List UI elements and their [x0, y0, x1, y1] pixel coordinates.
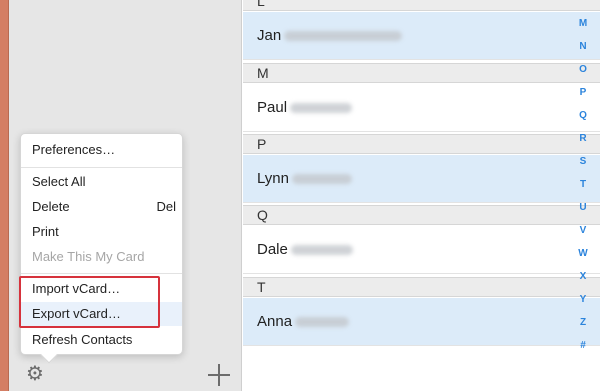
- section-header-m: M: [243, 63, 600, 83]
- section-header-t: T: [243, 277, 600, 297]
- alphabet-index: M N O P Q R S T U V W X Y Z #: [576, 12, 590, 357]
- plus-icon[interactable]: [207, 363, 231, 387]
- index-letter[interactable]: X: [576, 265, 590, 288]
- menu-item-print[interactable]: Print: [21, 220, 182, 244]
- menu-item-select-all[interactable]: Select All: [21, 170, 182, 194]
- menu-item-preferences[interactable]: Preferences…: [21, 138, 182, 162]
- menu-item-import-vcard[interactable]: Import vCard…: [21, 277, 182, 301]
- contact-row[interactable]: Anna: [243, 298, 600, 346]
- book-edge: [0, 0, 9, 391]
- menu-separator: [21, 167, 182, 168]
- contact-row[interactable]: Paul: [243, 84, 600, 132]
- section-header-p: P: [243, 134, 600, 154]
- index-letter[interactable]: Y: [576, 288, 590, 311]
- index-letter[interactable]: P: [576, 81, 590, 104]
- contact-row[interactable]: Lynn: [243, 155, 600, 203]
- redacted-surname: [290, 245, 353, 256]
- gear-icon[interactable]: ⚙: [23, 361, 47, 385]
- contact-name: Jan: [257, 27, 282, 44]
- contact-name: Lynn: [257, 170, 289, 187]
- contact-name: Anna: [257, 313, 293, 330]
- menu-item-make-my-card: Make This My Card: [32, 249, 145, 264]
- redacted-surname: [284, 31, 403, 42]
- menu-separator: [21, 273, 182, 274]
- index-letter[interactable]: U: [576, 196, 590, 219]
- contact-row[interactable]: Jan: [243, 12, 600, 60]
- redacted-surname: [291, 174, 352, 185]
- menu-item-label: Delete: [32, 199, 70, 214]
- index-letter[interactable]: V: [576, 219, 590, 242]
- contact-name: Paul: [257, 99, 288, 116]
- index-letter[interactable]: M: [576, 12, 590, 35]
- index-letter[interactable]: S: [576, 150, 590, 173]
- menu-item-delete[interactable]: Delete Del: [21, 195, 182, 219]
- contacts-list: L Jan M Paul P Lynn Q Dale T Anna M N O …: [243, 0, 600, 391]
- redacted-surname: [295, 317, 350, 328]
- index-letter[interactable]: N: [576, 35, 590, 58]
- menu-item-export-vcard[interactable]: Export vCard…: [21, 302, 182, 326]
- contact-row[interactable]: Dale: [243, 226, 600, 274]
- section-header-q: Q: [243, 205, 600, 225]
- contact-name: Dale: [257, 241, 288, 258]
- index-letter[interactable]: R: [576, 127, 590, 150]
- index-letter[interactable]: #: [576, 334, 590, 357]
- redacted-surname: [290, 103, 353, 114]
- index-letter[interactable]: W: [576, 242, 590, 265]
- section-header-l: L: [243, 0, 600, 11]
- action-menu: Preferences… Select All Delete Del Print…: [20, 133, 183, 364]
- menu-shortcut: Del: [156, 199, 176, 214]
- index-letter[interactable]: T: [576, 173, 590, 196]
- index-letter[interactable]: Q: [576, 104, 590, 127]
- index-letter[interactable]: Z: [576, 311, 590, 334]
- index-letter[interactable]: O: [576, 58, 590, 81]
